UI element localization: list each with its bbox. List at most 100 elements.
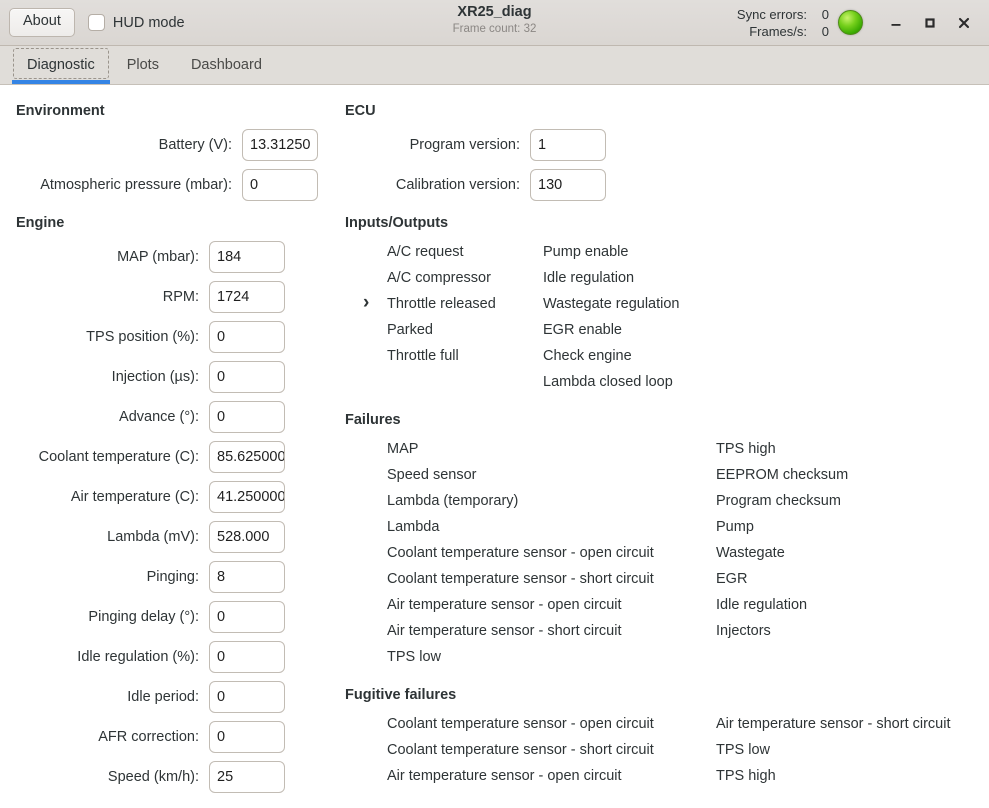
pinging-input[interactable]: 8 [209, 561, 285, 593]
lambda-mv-input[interactable]: 528.000 [209, 521, 285, 553]
pinging-delay-label: Pinging delay (°): [88, 609, 199, 625]
flag-lambda-temporary: Lambda (temporary) [387, 493, 519, 509]
ecu-section-title: ECU [345, 103, 376, 119]
diagnostic-panel: Environment Battery (V): 13.31250 Atmosp… [0, 85, 989, 808]
lambda-mv-label: Lambda (mV): [107, 529, 199, 545]
about-button[interactable]: About [9, 8, 75, 37]
environment-fields: Battery (V): 13.31250 Atmospheric pressu… [0, 125, 318, 205]
minimize-icon [891, 23, 901, 26]
afr-correction-label: AFR correction: [98, 729, 199, 745]
inputs-outputs-column-1: A/C request A/C compressor Throttle releas… [363, 239, 496, 369]
hud-mode-toggle[interactable]: HUD mode [87, 14, 185, 31]
flag-air-temperature-sensor-short-circuit: Air temperature sensor - short circuit [716, 716, 951, 732]
tab-plots[interactable]: Plots [111, 46, 175, 84]
tps-position-label: TPS position (%): [86, 329, 199, 345]
tab-dashboard-label: Dashboard [190, 57, 262, 73]
frames-per-second-value: 0 [821, 23, 829, 39]
failures-section-title: Failures [345, 412, 401, 428]
flag-lambda-closed-loop: Lambda closed loop [543, 374, 673, 390]
app-window: About HUD mode XR25_diag Frame count: 32… [0, 0, 989, 808]
tab-diagnostic-label: Diagnostic [27, 57, 95, 73]
flag-idle-regulation: Idle regulation [716, 597, 808, 613]
calibration-version-label: Calibration version: [395, 177, 520, 193]
speed-km-h-label: Speed (km/h): [107, 769, 199, 785]
fugitive-failures-column-1: Coolant temperature sensor - open circui… [385, 711, 654, 789]
calibration-version-input[interactable]: 130 [530, 169, 606, 201]
tps-position-input[interactable]: 0 [209, 321, 285, 353]
engine-section-title: Engine [16, 215, 65, 231]
fugitive-failures-column-2: Air temperature sensor - short circuit TP… [714, 711, 951, 789]
flag-wastegate-regulation: Wastegate regulation [543, 296, 680, 312]
field-row-coolant-temperature-c: Coolant temperature (C): 85.625000 [0, 437, 285, 477]
flag-coolant-temperature-sensor-open-circuit: Coolant temperature sensor - open circui… [387, 716, 654, 732]
header-left-group: About HUD mode [9, 8, 185, 37]
tab-dashboard[interactable]: Dashboard [175, 46, 278, 84]
fugitive-failures-section-title: Fugitive failures [345, 687, 457, 703]
environment-section-title: Environment [16, 103, 105, 119]
inputs-outputs-section-title: Inputs/Outputs [345, 215, 449, 231]
tab-plots-label: Plots [126, 57, 159, 73]
maximize-icon [925, 17, 935, 28]
idle-period-input[interactable]: 0 [209, 681, 285, 713]
field-row-program-version: Program version: 1 [330, 125, 606, 165]
pinging-delay-input[interactable]: 0 [209, 601, 285, 633]
flag-wastegate: Wastegate [716, 545, 785, 561]
afr-correction-input[interactable]: 0 [209, 721, 285, 753]
field-row-air-temperature-c: Air temperature (C): 41.250000 [0, 477, 285, 517]
pinging-label: Pinging: [146, 569, 199, 585]
field-row-pinging-delay: Pinging delay (°): 0 [0, 597, 285, 637]
map-mbar-label: MAP (mbar): [117, 249, 199, 265]
injection-s-input[interactable]: 0 [209, 361, 285, 393]
flag-air-temperature-sensor-short-circuit: Air temperature sensor - short circuit [387, 623, 622, 639]
close-icon [958, 17, 970, 28]
connection-status-led-icon [838, 10, 863, 35]
flag-egr-enable: EGR enable [543, 322, 622, 338]
flag-tps-low: TPS low [716, 742, 770, 758]
program-version-input[interactable]: 1 [530, 129, 606, 161]
flag-lambda: Lambda [387, 519, 440, 535]
ecu-fields: Program version: 1 Calibration version: … [330, 125, 606, 205]
speed-km-h-input[interactable]: 25 [209, 761, 285, 793]
tab-diagnostic[interactable]: Diagnostic [11, 46, 111, 84]
flag-air-temperature-sensor-open-circuit: Air temperature sensor - open circuit [387, 597, 622, 613]
maximize-button[interactable] [913, 6, 947, 40]
flag-tps-high: TPS high [716, 768, 776, 784]
atmospheric-pressure-input[interactable]: 0 [242, 169, 318, 201]
flag-tps-high: TPS high [716, 441, 776, 457]
field-row-idle-regulation: Idle regulation (%): 0 [0, 637, 285, 677]
flag-idle-regulation: Idle regulation [543, 270, 635, 286]
field-row-pinging: Pinging: 8 [0, 557, 285, 597]
idle-period-label: Idle period: [127, 689, 199, 705]
flag-injectors: Injectors [716, 623, 771, 639]
flag-a-c-request: A/C request [387, 244, 464, 260]
sync-errors-value: 0 [821, 6, 829, 22]
close-button[interactable] [947, 6, 981, 40]
rpm-input[interactable]: 1724 [209, 281, 285, 313]
battery-input[interactable]: 13.31250 [242, 129, 318, 161]
field-row-atmospheric-pressure: Atmospheric pressure (mbar): 0 [0, 165, 318, 205]
flag-map: MAP [387, 441, 419, 457]
fugitive-failures-section: Fugitive failures [345, 687, 456, 703]
advance-input[interactable]: 0 [209, 401, 285, 433]
minimize-button[interactable] [879, 6, 913, 40]
map-mbar-input[interactable]: 184 [209, 241, 285, 273]
coolant-temperature-c-input[interactable]: 85.625000 [209, 441, 285, 473]
program-version-label: Program version: [409, 137, 520, 153]
hud-mode-checkbox[interactable] [87, 14, 105, 31]
failures-section: Failures [345, 412, 401, 428]
status-counters: Sync errors: 0 Frames/s: 0 [737, 6, 829, 40]
flag-parked: Parked [387, 322, 433, 338]
idle-regulation-input[interactable]: 0 [209, 641, 285, 673]
air-temperature-c-input[interactable]: 41.250000 [209, 481, 285, 513]
field-row-map-mbar: MAP (mbar): 184 [0, 237, 285, 277]
frames-per-second-row: Frames/s: 0 [749, 23, 829, 40]
inputs-outputs-column-2: Pump enable Idle regulation Wastegate regu… [541, 239, 680, 395]
flag-a-c-compressor: A/C compressor [387, 270, 491, 286]
field-row-tps-position: TPS position (%): 0 [0, 317, 285, 357]
ecu-section: ECU [345, 103, 376, 119]
coolant-temperature-c-label: Coolant temperature (C): [38, 449, 199, 465]
atmospheric-pressure-label: Atmospheric pressure (mbar): [40, 177, 232, 193]
field-row-advance: Advance (°): 0 [0, 397, 285, 437]
flag-egr: EGR [716, 571, 748, 587]
flag-throttle-full: Throttle full [387, 348, 459, 364]
